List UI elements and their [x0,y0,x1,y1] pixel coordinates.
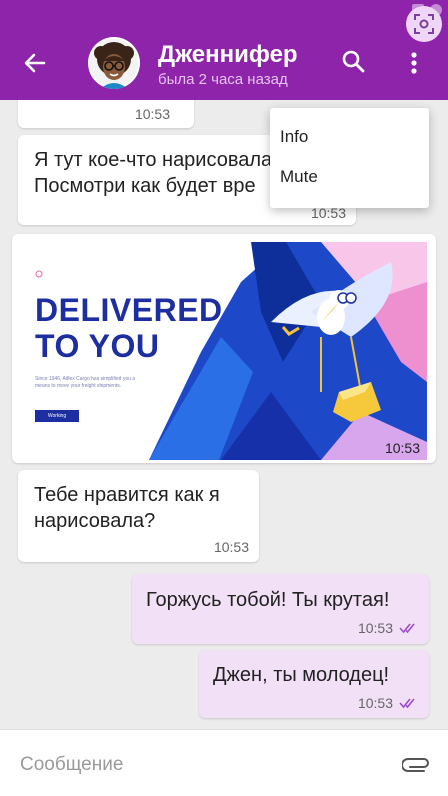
message-text: Я тут кое-что нарисовала. Посмотри как б… [34,147,278,199]
image-headline: DELIVERED TO YOU [35,292,223,364]
message-text-line: Я тут кое-что нарисовала. [34,149,278,171]
message-text: Джен, ты молодец! [213,664,390,686]
image-body-text: Since 1946, Aiflex Cargo has simplified … [35,376,136,389]
screenshot-button[interactable] [406,6,442,42]
shared-image[interactable]: DELIVERED TO YOU Since 1946, Aiflex Carg… [21,242,427,460]
message-text-line: Посмотри как будет вре [34,175,256,197]
message-time: 10:53 [357,620,393,636]
image-headline-line: TO YOU [35,328,160,364]
image-cta-button: Working [35,410,79,422]
more-options-button[interactable] [400,46,428,80]
attach-icon [401,758,429,772]
more-vert-icon [411,52,417,74]
search-icon [342,50,365,73]
message-text-line: Тебе нравится как я [34,484,220,506]
double-check-icon [399,698,415,709]
last-seen-status: была 2 часа назад [158,71,288,88]
contact-name[interactable]: Дженнифер [158,41,298,69]
app-bar: Дженнифер была 2 часа назад [0,0,448,100]
message-time: 10:53 [357,695,393,711]
menu-item-info[interactable]: Info [270,117,429,157]
avatar[interactable] [88,37,140,89]
message-input[interactable] [18,750,382,780]
camera-scan-icon [414,14,434,34]
message-text-line: нарисовала? [34,510,156,532]
message-time: 10:53 [384,440,420,456]
message-text: Горжусь тобой! Ты крутая! [146,589,390,611]
image-headline-line: DELIVERED [35,292,223,328]
search-button[interactable] [338,46,370,78]
attach-button[interactable] [401,754,432,772]
message-bubble-incoming[interactable]: Тебе нравится как я нарисовала? 10:53 [18,470,259,562]
back-button[interactable] [16,44,54,82]
back-arrow-icon [24,53,46,73]
message-time: 10:53 [213,539,249,555]
message-composer [0,729,448,796]
menu-item-mute[interactable]: Mute [270,157,429,197]
overflow-menu: Info Mute [270,108,429,208]
message-bubble-outgoing[interactable]: Джен, ты молодец! 10:53 [199,650,429,718]
double-check-icon [399,623,415,634]
message-bubble-image[interactable]: DELIVERED TO YOU Since 1946, Aiflex Carg… [12,234,436,463]
message-time: 10:53 [134,106,170,122]
message-bubble-outgoing[interactable]: Горжусь тобой! Ты крутая! 10:53 [132,574,429,644]
message-text: Тебе нравится как я нарисовала? [34,482,220,534]
message-bubble-incoming[interactable]: 10:53 [18,100,194,128]
